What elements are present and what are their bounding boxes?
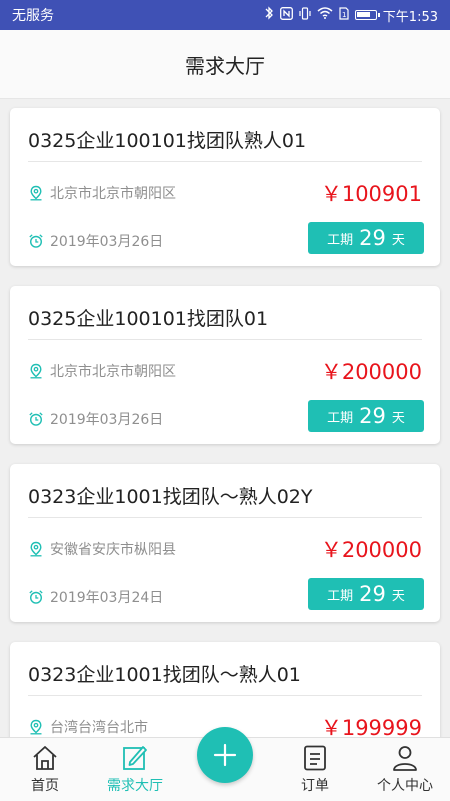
plus-icon	[213, 743, 237, 767]
nfc-icon	[279, 6, 293, 24]
bluetooth-icon	[264, 6, 274, 24]
demand-card[interactable]: 0323企业1001找团队～熟人01 台湾台湾台北市 ￥199999	[10, 642, 440, 737]
location-pin-icon	[30, 719, 42, 735]
tab-demand-label: 需求大厅	[107, 778, 163, 794]
tab-home-label: 首页	[31, 778, 59, 794]
card-divider	[28, 161, 422, 162]
card-divider	[28, 695, 422, 696]
period-label: 工期	[327, 232, 354, 248]
page-header: 需求大厅	[0, 30, 450, 99]
card-divider	[28, 339, 422, 340]
alarm-clock-icon	[29, 412, 43, 426]
tab-orders[interactable]: 订单	[270, 738, 360, 801]
card-title: 0323企业1001找团队～熟人02Y	[28, 486, 313, 508]
card-date: 2019年03月26日	[28, 231, 163, 251]
add-button[interactable]	[197, 727, 253, 783]
page-title: 需求大厅	[185, 53, 265, 78]
tab-orders-label: 订单	[301, 778, 329, 794]
alarm-clock-icon	[29, 234, 43, 248]
status-bar: 无服务 1 下午1:53	[0, 0, 450, 30]
battery-level	[356, 12, 370, 17]
wifi-icon	[317, 7, 333, 23]
card-location: 台湾台湾台北市	[28, 717, 148, 737]
period-label: 工期	[327, 588, 354, 604]
order-list-icon	[304, 745, 326, 771]
edit-document-icon	[123, 746, 147, 770]
card-date: 2019年03月24日	[28, 587, 163, 607]
clock-text: 下午1:53	[382, 9, 438, 25]
date-text: 2019年03月26日	[50, 412, 164, 428]
status-icons: 1 下午1:53	[264, 6, 438, 25]
period-unit: 天	[391, 588, 405, 604]
vibrate-icon	[299, 6, 311, 24]
tab-profile[interactable]: 个人中心	[360, 738, 450, 801]
period-badge: 工期 29 天	[308, 400, 424, 432]
location-text: 安徽省安庆市枞阳县	[50, 542, 176, 558]
period-badge: 工期 29 天	[308, 578, 424, 610]
card-divider	[28, 517, 422, 518]
tab-demand[interactable]: 需求大厅	[90, 738, 180, 801]
period-badge: 工期 29 天	[308, 222, 424, 254]
period-unit: 天	[391, 410, 405, 426]
location-pin-icon	[30, 363, 42, 379]
person-icon	[393, 746, 417, 771]
card-location: 安徽省安庆市枞阳县	[28, 539, 176, 559]
price-text: ￥200000	[320, 360, 422, 384]
price-text: ￥200000	[320, 538, 422, 562]
demand-card[interactable]: 0323企业1001找团队～熟人02Y 安徽省安庆市枞阳县 ￥200000 20…	[10, 464, 440, 622]
demand-card[interactable]: 0325企业100101找团队熟人01 北京市北京市朝阳区 ￥100901 20…	[10, 108, 440, 266]
sim-icon: 1	[339, 6, 349, 24]
location-pin-icon	[30, 541, 42, 557]
price-text: ￥199999	[320, 716, 422, 737]
carrier-text: 无服务	[12, 8, 54, 24]
home-icon	[33, 746, 57, 770]
period-value: 29	[359, 404, 386, 428]
location-text: 北京市北京市朝阳区	[50, 186, 176, 202]
battery-icon	[354, 10, 380, 20]
date-text: 2019年03月26日	[50, 234, 164, 250]
period-value: 29	[359, 226, 386, 250]
tab-profile-label: 个人中心	[377, 778, 433, 794]
date-text: 2019年03月24日	[50, 590, 164, 606]
location-pin-icon	[30, 185, 42, 201]
card-location: 北京市北京市朝阳区	[28, 183, 176, 203]
period-unit: 天	[391, 232, 405, 248]
price-text: ￥100901	[320, 182, 422, 206]
card-title: 0323企业1001找团队～熟人01	[28, 664, 301, 686]
card-date: 2019年03月26日	[28, 409, 163, 429]
location-text: 北京市北京市朝阳区	[50, 364, 176, 380]
demand-card[interactable]: 0325企业100101找团队01 北京市北京市朝阳区 ￥200000 2019…	[10, 286, 440, 444]
card-location: 北京市北京市朝阳区	[28, 361, 176, 381]
location-text: 台湾台湾台北市	[50, 720, 148, 736]
demand-list[interactable]: 0325企业100101找团队熟人01 北京市北京市朝阳区 ￥100901 20…	[0, 99, 450, 737]
period-label: 工期	[327, 410, 354, 426]
card-title: 0325企业100101找团队01	[28, 308, 269, 330]
alarm-clock-icon	[29, 590, 43, 604]
svg-text:1: 1	[342, 11, 346, 19]
period-value: 29	[359, 582, 386, 606]
tab-home[interactable]: 首页	[0, 738, 90, 801]
card-title: 0325企业100101找团队熟人01	[28, 130, 307, 152]
